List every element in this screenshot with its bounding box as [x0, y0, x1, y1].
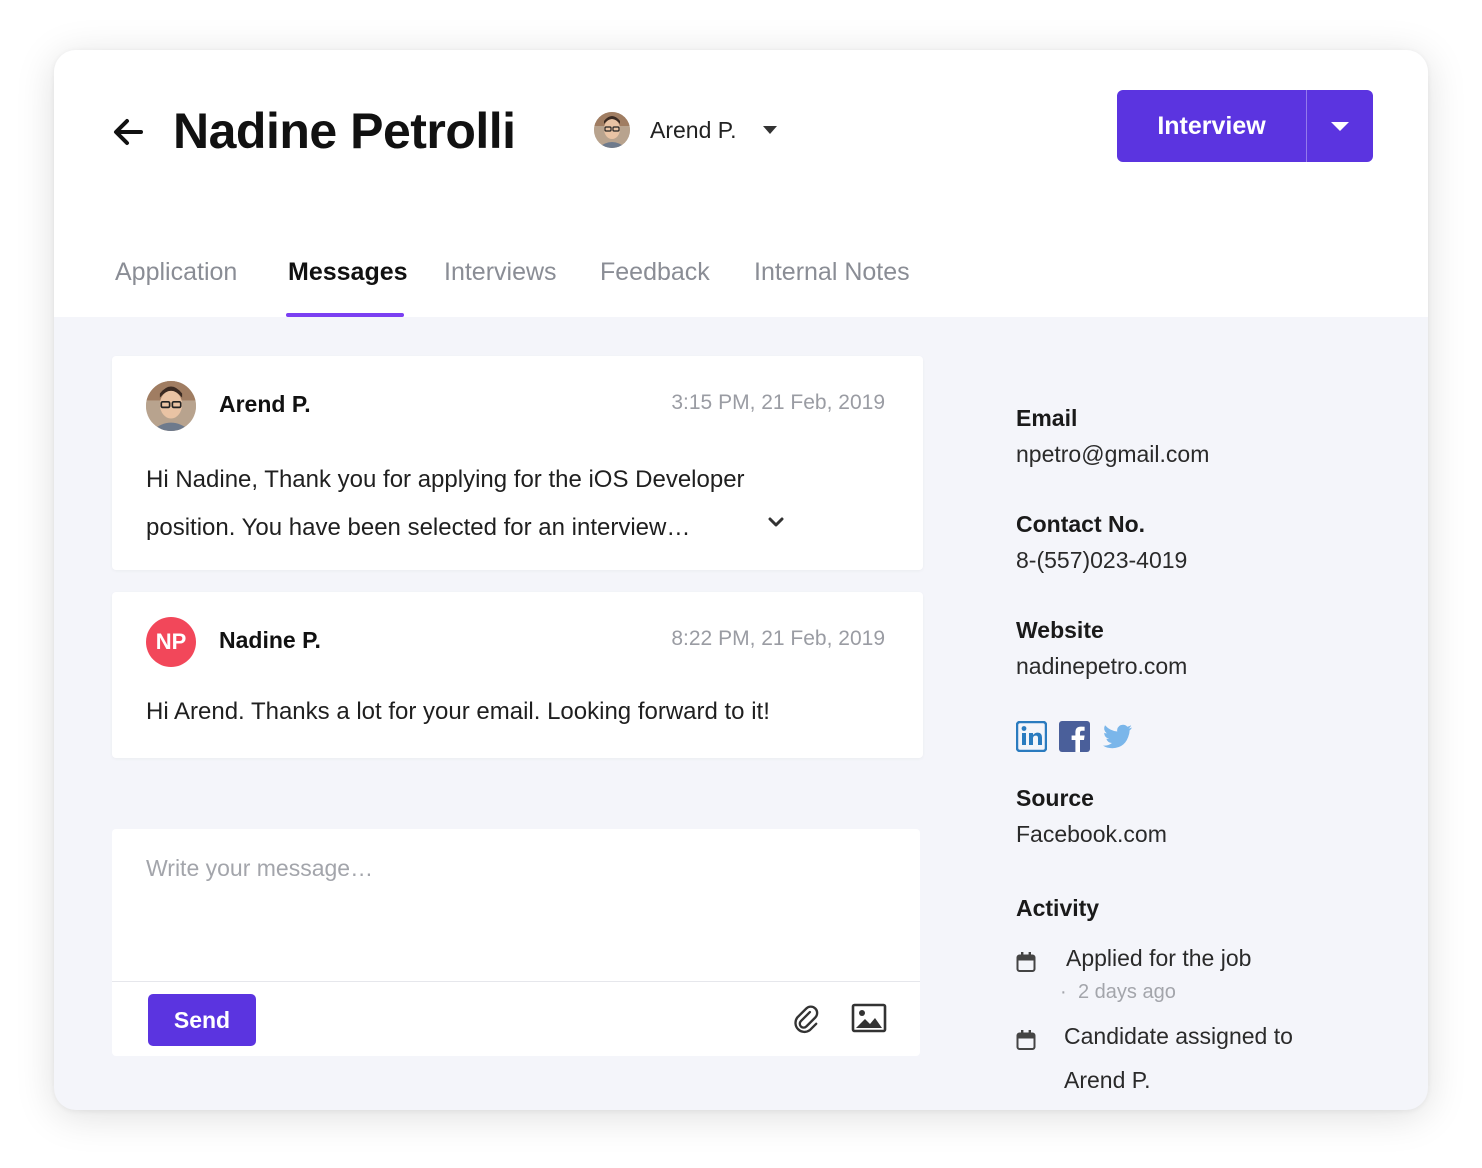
email-label: Email [1016, 405, 1078, 431]
stage-dropdown-toggle[interactable] [1307, 90, 1373, 162]
tab-internal-notes[interactable]: Internal Notes [754, 258, 910, 287]
contact-value: 8-(557)023-4019 [1016, 547, 1188, 573]
back-arrow-icon[interactable] [110, 114, 146, 150]
tab-feedback[interactable]: Feedback [600, 258, 710, 287]
paperclip-icon[interactable] [792, 1003, 826, 1037]
contact-label: Contact No. [1016, 511, 1146, 537]
website-label: Website [1016, 617, 1104, 643]
caret-down-icon [1331, 121, 1349, 131]
candidate-tabs: Application Messages Interviews Feedback… [54, 250, 1428, 317]
message-card: Arend P. 3:15 PM, 21 Feb, 2019 Hi Nadine… [112, 356, 923, 570]
message-avatar: NP [146, 617, 196, 667]
activity-item-text-continued: Arend P. [1064, 1067, 1151, 1093]
initials-avatar: NP [146, 617, 196, 667]
message-timestamp: 3:15 PM, 21 Feb, 2019 [671, 391, 885, 414]
tab-messages[interactable]: Messages [288, 258, 408, 287]
message-author: Arend P. [219, 391, 311, 417]
tab-interviews[interactable]: Interviews [444, 258, 557, 287]
assignee-dropdown[interactable]: Arend P. [594, 110, 777, 150]
social-links [1015, 720, 1133, 753]
candidate-card: Nadine Petrolli Arend P. Interview Appli… [54, 50, 1428, 1110]
candidate-header: Nadine Petrolli Arend P. Interview Appli… [54, 50, 1428, 317]
chevron-down-icon [762, 126, 777, 134]
avatar [146, 381, 196, 431]
activity-item-text: Applied for the job [1066, 945, 1252, 971]
email-value[interactable]: npetro@gmail.com [1016, 441, 1209, 468]
source-value: Facebook.com [1016, 821, 1167, 847]
interview-stage-button[interactable]: Interview [1117, 90, 1306, 162]
expand-chevron-icon[interactable] [768, 516, 784, 528]
activity-label: Activity [1016, 895, 1100, 921]
active-tab-indicator [286, 313, 404, 317]
message-composer: Send [112, 829, 920, 1056]
avatar [594, 112, 630, 148]
source-label: Source [1016, 785, 1094, 811]
calendar-icon [1016, 1030, 1036, 1050]
message-author: Nadine P. [219, 627, 321, 653]
send-button[interactable]: Send [148, 994, 256, 1046]
message-card: NP Nadine P. 8:22 PM, 21 Feb, 2019 Hi Ar… [112, 592, 923, 758]
calendar-icon [1016, 952, 1036, 972]
message-avatar [146, 381, 196, 431]
message-body: Hi Nadine, Thank you for applying for th… [146, 466, 745, 541]
message-body: Hi Arend. Thanks a lot for your email. L… [146, 698, 770, 725]
message-timestamp: 8:22 PM, 21 Feb, 2019 [671, 627, 885, 650]
activity-item-text: Candidate assigned to [1064, 1023, 1293, 1049]
facebook-icon[interactable] [1059, 721, 1090, 752]
stage-split-button: Interview [1117, 90, 1373, 162]
composer-divider [112, 981, 920, 982]
twitter-icon[interactable] [1102, 721, 1133, 752]
page-title: Nadine Petrolli [173, 103, 516, 159]
website-value[interactable]: nadinepetro.com [1016, 653, 1187, 680]
activity-dot: · [1060, 981, 1067, 1003]
message-input[interactable] [112, 829, 920, 981]
activity-item-time: 2 days ago [1078, 981, 1176, 1003]
tab-application[interactable]: Application [115, 258, 237, 287]
linkedin-icon[interactable] [1015, 720, 1048, 753]
assignee-name: Arend P. [650, 116, 737, 143]
image-upload-icon[interactable] [851, 1003, 887, 1035]
